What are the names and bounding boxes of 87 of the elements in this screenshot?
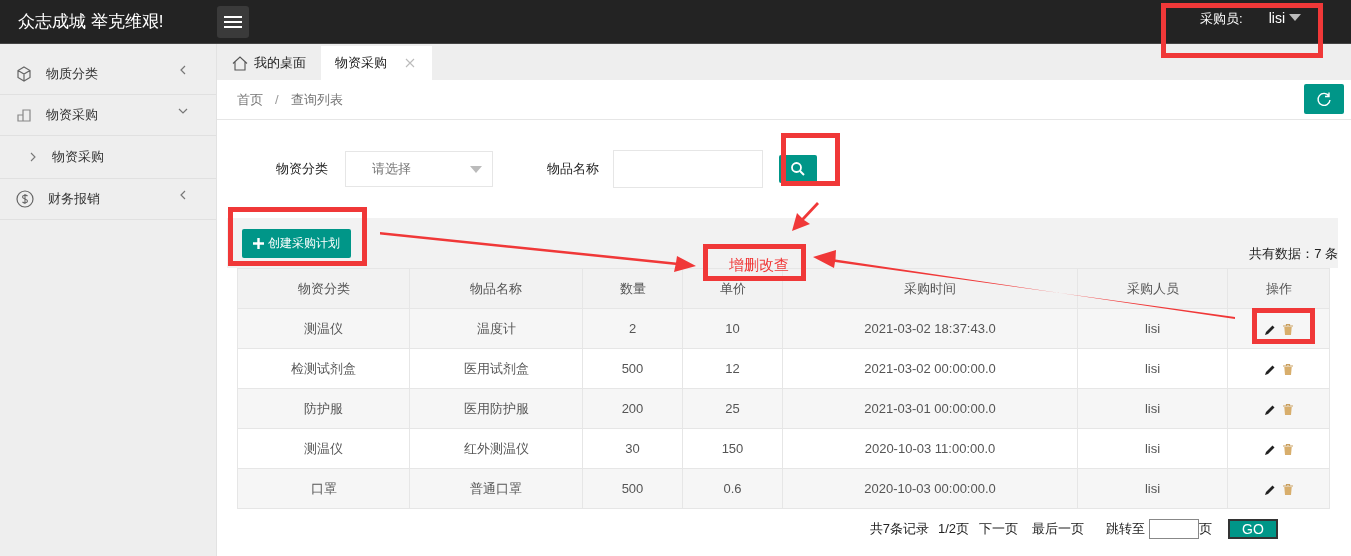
table-cell: 2021-03-02 00:00:00.0 xyxy=(782,348,1078,389)
table-cell: lisi xyxy=(1077,348,1228,389)
table-cell: 测温仪 xyxy=(237,308,410,349)
home-icon xyxy=(232,55,248,71)
breadcrumb-separator: / xyxy=(275,92,279,107)
column-header: 操作 xyxy=(1227,268,1330,309)
column-header: 采购人员 xyxy=(1077,268,1228,309)
tab[interactable]: 物资采购 xyxy=(321,46,432,80)
table-cell: lisi xyxy=(1077,388,1228,429)
table-cell: 红外测温仪 xyxy=(409,428,583,469)
table-cell: 2020-10-03 11:00:00.0 xyxy=(782,428,1078,469)
plus-icon xyxy=(253,237,264,249)
table-cell: 普通口罩 xyxy=(409,468,583,509)
table-cell: 500 xyxy=(582,468,683,509)
user-role-label: 采购员: xyxy=(1200,9,1243,28)
user-menu[interactable]: lisi xyxy=(1268,9,1301,26)
page-number-field[interactable] xyxy=(1149,519,1199,539)
category-label: 物资分类 xyxy=(276,160,328,178)
sidebar-item[interactable]: 物质分类 xyxy=(0,54,216,95)
search-icon xyxy=(790,161,806,177)
table-cell: 200 xyxy=(582,388,683,429)
trash-icon[interactable] xyxy=(1281,323,1294,337)
table-cell: 口罩 xyxy=(237,468,410,509)
column-header: 数量 xyxy=(582,268,683,309)
close-icon[interactable] xyxy=(405,58,415,68)
highlight-frame xyxy=(1252,308,1315,344)
table-cell: lisi xyxy=(1077,428,1228,469)
breadcrumb-item[interactable]: 查询列表 xyxy=(290,90,343,109)
trash-icon[interactable] xyxy=(1281,363,1294,377)
total-records: 共7条记录 xyxy=(869,520,929,538)
page-suffix: 页 xyxy=(1199,520,1212,538)
refresh-button[interactable] xyxy=(1304,83,1344,114)
table-cell: 25 xyxy=(682,388,783,429)
building-icon xyxy=(16,107,32,123)
breadcrumb-item[interactable]: 首页 xyxy=(237,90,263,109)
trash-icon[interactable] xyxy=(1281,483,1294,497)
sidebar-item[interactable]: 财务报销 xyxy=(0,179,216,220)
table-cell: 2020-10-03 00:00:00.0 xyxy=(782,468,1078,509)
arrow xyxy=(792,202,819,231)
category-select[interactable]: 请选择 xyxy=(345,151,493,187)
go-button[interactable]: GO xyxy=(1228,519,1278,539)
create-plan-button[interactable]: 创建采购计划 xyxy=(242,228,351,258)
table-cell: 医用防护服 xyxy=(409,388,583,429)
refresh-icon xyxy=(1316,90,1332,107)
table-cell: 医用试剂盒 xyxy=(409,348,583,389)
menu-button[interactable] xyxy=(217,5,249,38)
next-page-link[interactable]: 下一页 xyxy=(979,520,1018,538)
item-name-label: 物品名称 xyxy=(547,160,599,178)
edit-icon[interactable] xyxy=(1263,323,1276,336)
edit-icon[interactable] xyxy=(1263,483,1276,496)
table-cell: 检测试剂盒 xyxy=(237,348,410,389)
table-cell: 30 xyxy=(582,428,683,469)
table-cell: 2 xyxy=(582,308,683,349)
sidebar-subitem[interactable]: 物资采购 xyxy=(0,136,216,179)
table-cell: 2021-03-01 00:00:00.0 xyxy=(782,388,1078,429)
trash-icon[interactable] xyxy=(1281,443,1294,457)
chevron-right-icon xyxy=(30,152,36,162)
caret-icon xyxy=(1289,14,1301,21)
item-name-field[interactable] xyxy=(613,150,763,188)
edit-icon[interactable] xyxy=(1263,403,1276,416)
tab[interactable]: 我的桌面 xyxy=(217,46,321,80)
sidebar-item[interactable]: 物资采购 xyxy=(0,95,216,136)
table-cell: 12 xyxy=(682,348,783,389)
edit-icon[interactable] xyxy=(1263,443,1276,456)
menu-icon xyxy=(224,15,242,28)
page-indicator: 1/2页 xyxy=(937,520,969,538)
table-cell: 2021-03-02 18:37:43.0 xyxy=(782,308,1078,349)
table-cell: 500 xyxy=(582,348,683,389)
jump-label: 跳转至 xyxy=(1106,520,1145,538)
dollar-icon xyxy=(16,190,34,208)
table-cell: 温度计 xyxy=(409,308,583,349)
table-cell: lisi xyxy=(1077,468,1228,509)
trash-icon[interactable] xyxy=(1281,403,1294,417)
cube-icon xyxy=(16,66,32,82)
column-header: 物资分类 xyxy=(237,268,410,309)
table-cell: 150 xyxy=(682,428,783,469)
app-title: 众志成城 举克维艰! xyxy=(18,11,165,33)
table-cell: 测温仪 xyxy=(237,428,410,469)
highlight-frame xyxy=(781,133,840,186)
edit-icon[interactable] xyxy=(1263,363,1276,376)
column-header: 物品名称 xyxy=(409,268,583,309)
caret-icon xyxy=(470,165,482,173)
table-cell: 防护服 xyxy=(237,388,410,429)
record-count: 共有数据：7 条 xyxy=(1249,245,1338,263)
last-page-link[interactable]: 最后一页 xyxy=(1032,520,1084,538)
table-cell: 0.6 xyxy=(682,468,783,509)
table-cell: 10 xyxy=(682,308,783,349)
